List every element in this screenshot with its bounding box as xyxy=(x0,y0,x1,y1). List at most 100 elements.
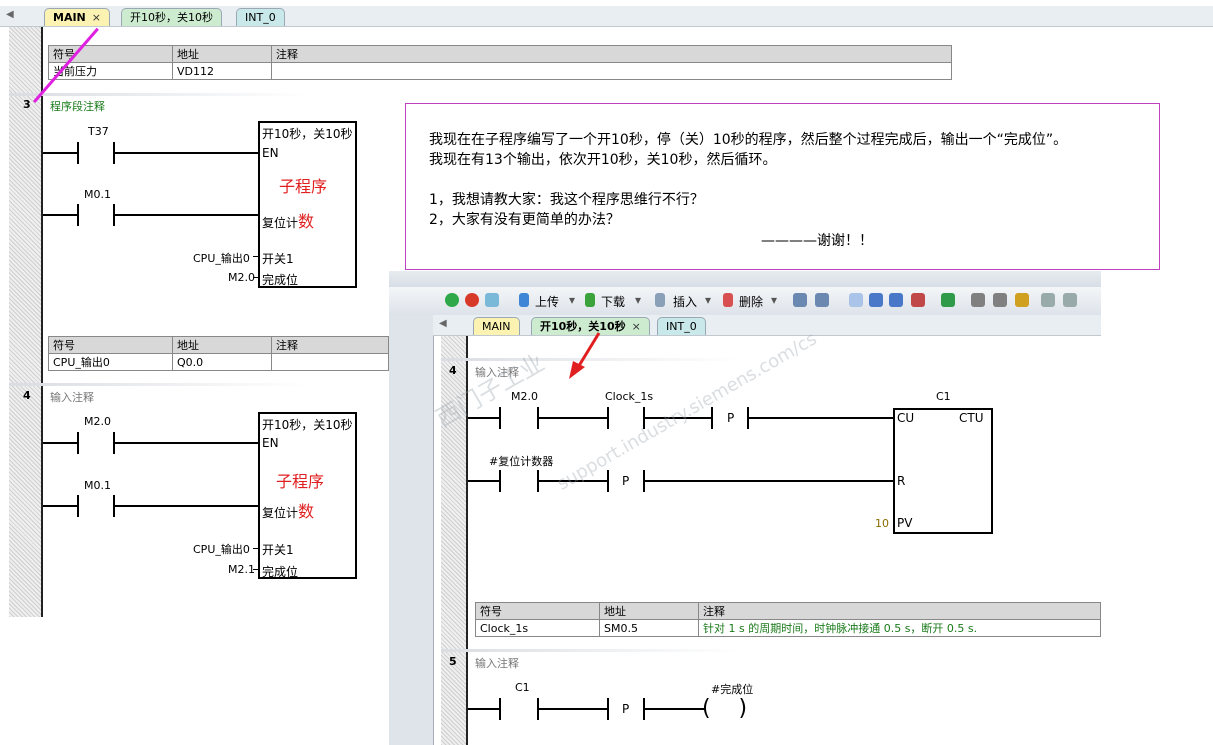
pin-reset-text: 复位计 xyxy=(262,216,299,230)
branch-icon[interactable] xyxy=(1041,293,1055,307)
insert-button[interactable]: 插入 xyxy=(673,293,697,310)
wire xyxy=(253,569,259,570)
network-comment[interactable]: 输入注释 xyxy=(475,655,519,671)
wire xyxy=(538,708,608,710)
network-icon[interactable] xyxy=(793,293,807,307)
stop-icon[interactable] xyxy=(465,293,479,307)
download-icon[interactable] xyxy=(585,293,595,307)
contact-bar[interactable] xyxy=(77,204,79,226)
network-comment[interactable]: 输入注释 xyxy=(50,389,94,405)
symbol-table-sub-net4: 符号 地址 注释 Clock_1s SM0.5 针对 1 s 的周期时间，时钟脉冲接通 … xyxy=(475,602,1101,637)
wire xyxy=(114,442,259,444)
editor-toolbar: 上传 ▾ 下载 ▾ 插入 ▾ 删除 ▾ xyxy=(389,287,1101,316)
contact-bar[interactable] xyxy=(77,432,79,454)
tab-int0[interactable]: INT_0 xyxy=(657,317,706,335)
pin-done: 完成位 xyxy=(262,565,299,579)
insert-icon[interactable] xyxy=(655,293,665,307)
export-icon[interactable] xyxy=(941,293,955,307)
wire xyxy=(43,214,78,216)
key-icon[interactable] xyxy=(1015,293,1029,307)
delete-button[interactable]: 删除 xyxy=(739,293,763,310)
col-symbol: 符号 xyxy=(475,602,600,620)
network-separator xyxy=(9,383,309,386)
table-row[interactable]: Clock_1s SM0.5 针对 1 s 的周期时间，时钟脉冲接通 0.5 s，断… xyxy=(475,619,1101,637)
lock-icon[interactable] xyxy=(971,293,985,307)
chevron-down-icon[interactable]: ▾ xyxy=(705,293,711,307)
wire xyxy=(644,480,894,482)
tab-main-label: MAIN xyxy=(53,11,86,24)
contact-bar[interactable] xyxy=(77,495,79,517)
cell-address: SM0.5 xyxy=(599,619,699,637)
contact-bar[interactable] xyxy=(499,407,501,429)
contact-label: T37 xyxy=(88,125,109,138)
cell-address: Q0.0 xyxy=(172,353,272,371)
table-row[interactable]: CPU_输出0 Q0.0 xyxy=(48,353,389,371)
window-tab-bar: ◀ MAIN 开10秒，关10秒 × INT_0 xyxy=(433,315,1101,336)
clear-icon[interactable] xyxy=(911,293,925,307)
network-icon[interactable] xyxy=(815,293,829,307)
tab-main[interactable]: MAIN × xyxy=(44,8,110,26)
p-contact-bar[interactable] xyxy=(607,470,609,492)
network-number: 4 xyxy=(23,389,31,402)
chevron-down-icon[interactable]: ▾ xyxy=(569,293,575,307)
contact-label: M0.1 xyxy=(84,188,111,201)
preset-value[interactable]: 10 xyxy=(875,517,889,530)
run-icon[interactable] xyxy=(445,293,459,307)
download-button[interactable]: 下载 xyxy=(601,293,625,310)
contact-bar[interactable] xyxy=(77,142,79,164)
note-line: 我现在在子程序编写了一个开10秒，停（关）10秒的程序，然后整个过程完成后，输出… xyxy=(429,132,1068,148)
p-contact-bar[interactable] xyxy=(711,407,713,429)
tab-int0[interactable]: INT_0 xyxy=(236,8,285,26)
p-contact-label: P xyxy=(622,702,630,716)
contact-bar[interactable] xyxy=(499,698,501,720)
wire xyxy=(468,708,500,710)
upload-icon[interactable] xyxy=(519,293,529,307)
output-address: CPU_输出0 xyxy=(193,252,250,265)
wire xyxy=(43,442,78,444)
contact-bar[interactable] xyxy=(607,407,609,429)
unlock-icon[interactable] xyxy=(993,293,1007,307)
upload-button[interactable]: 上传 xyxy=(535,293,559,310)
network-comment[interactable]: 程序段注释 xyxy=(50,98,105,114)
chevron-down-icon[interactable]: ▾ xyxy=(635,293,641,307)
contact-label: C1 xyxy=(515,681,530,694)
pin-done: 完成位 xyxy=(262,273,299,287)
col-address: 地址 xyxy=(172,336,272,354)
tab-nav-left-icon[interactable]: ◀ xyxy=(439,318,447,329)
wire xyxy=(468,480,500,482)
wire xyxy=(748,417,894,419)
pin-reset-text: 复位计 xyxy=(262,506,299,520)
close-icon[interactable]: × xyxy=(632,320,641,333)
tab-nav-left-icon[interactable]: ◀ xyxy=(6,9,14,20)
chevron-down-icon[interactable]: ▾ xyxy=(771,293,777,307)
note-line: 1，我想请教大家：我这个程序思维行不行？ xyxy=(429,192,704,208)
pin-reset: 复位计数 xyxy=(262,498,314,522)
arrow-right-icon[interactable] xyxy=(889,293,903,307)
tab-subroutine[interactable]: 开10秒，关10秒 xyxy=(121,8,222,26)
box-title: 开10秒，关10秒 xyxy=(262,418,353,432)
wire xyxy=(538,417,608,419)
p-contact-bar[interactable] xyxy=(607,698,609,720)
symbol-table-net3: 符号 地址 注释 CPU_输出0 Q0.0 xyxy=(48,336,389,371)
tab-main[interactable]: MAIN xyxy=(473,317,520,335)
contact-label: M0.1 xyxy=(84,479,111,492)
box-name: 子程序 xyxy=(279,177,328,196)
delete-icon[interactable] xyxy=(723,293,733,307)
arrow-left-icon[interactable] xyxy=(869,293,883,307)
wire xyxy=(253,548,259,549)
editor-gutter xyxy=(9,27,42,617)
p-contact-label: P xyxy=(622,474,630,488)
compile-icon[interactable] xyxy=(485,293,499,307)
wire xyxy=(253,256,259,257)
table-row[interactable]: 当前压力 VD112 xyxy=(48,62,952,80)
contact-bar[interactable] xyxy=(499,470,501,492)
coil-icon[interactable]: ( ) xyxy=(702,696,747,721)
box-icon[interactable] xyxy=(849,293,863,307)
col-comment: 注释 xyxy=(271,45,952,63)
close-icon[interactable]: × xyxy=(92,11,101,24)
project-tree-panel xyxy=(389,315,434,745)
cell-symbol: CPU_输出0 xyxy=(48,353,173,371)
annotation-arrow-icon xyxy=(569,332,601,379)
branch-icon[interactable] xyxy=(1063,293,1077,307)
cell-comment xyxy=(271,62,952,80)
